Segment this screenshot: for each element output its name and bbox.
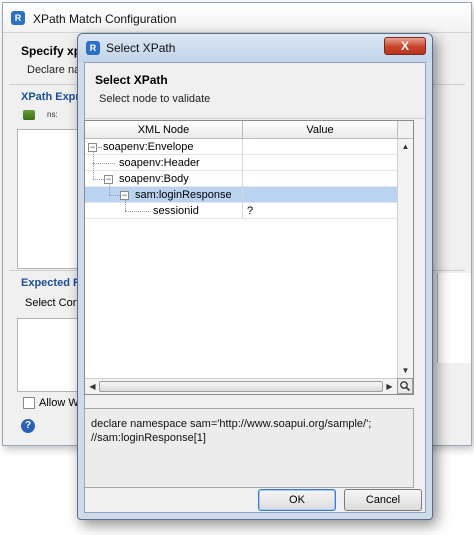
magnifier-icon[interactable] xyxy=(397,378,413,394)
expression-xpath-line: //sam:loginResponse[1] xyxy=(91,432,206,444)
tree-row-selected[interactable]: − sam:loginResponse xyxy=(85,184,397,203)
node-cell: − sam:loginResponse xyxy=(85,184,243,203)
xpath-expression-preview[interactable]: declare namespace sam='http://www.soapui… xyxy=(84,408,414,488)
scroll-left-icon[interactable]: ◀ xyxy=(85,379,100,394)
dialog-titlebar: R Select XPath X xyxy=(78,34,432,62)
header-corner xyxy=(397,121,413,139)
tree-connector xyxy=(125,211,149,212)
tree-connector xyxy=(109,195,120,196)
scroll-up-icon[interactable]: ▲ xyxy=(398,139,413,154)
node-cell: − soapenv:Envelope xyxy=(85,139,243,155)
node-label: sam:loginResponse xyxy=(135,189,232,201)
help-icon[interactable]: ? xyxy=(21,419,35,433)
tree-row[interactable]: soapenv:Header xyxy=(85,152,397,171)
tree-rows: − soapenv:Envelope soapenv:Header − soap… xyxy=(85,139,397,378)
collapse-toggle-icon[interactable]: − xyxy=(88,143,97,152)
tree-connector xyxy=(93,163,115,164)
value-cell: ? xyxy=(247,205,254,217)
column-header-xml-node[interactable]: XML Node xyxy=(85,121,243,139)
tree-connector xyxy=(109,184,110,195)
horizontal-scroll-thumb[interactable] xyxy=(99,381,383,392)
tree-connector xyxy=(93,152,94,163)
tree-connector xyxy=(93,163,94,179)
node-label: soapenv:Body xyxy=(119,173,189,185)
collapse-toggle-icon[interactable]: − xyxy=(120,191,129,200)
window-title: XPath Match Configuration xyxy=(33,12,177,26)
node-label: soapenv:Envelope xyxy=(103,141,194,153)
vertical-scrollbar[interactable]: ▲ ▼ xyxy=(397,139,413,378)
soapui-logo-icon: R xyxy=(11,11,25,25)
allow-wildcards-label: Allow Wi xyxy=(39,397,82,409)
ok-button[interactable]: OK xyxy=(258,489,336,511)
column-header-value[interactable]: Value xyxy=(243,121,397,139)
dialog-subheading: Select node to validate xyxy=(99,93,211,105)
tree-row[interactable]: − soapenv:Body xyxy=(85,163,397,187)
scroll-down-icon[interactable]: ▼ xyxy=(398,363,413,378)
xml-node-tree-table[interactable]: XML Node Value − soapenv:Envelope soapen… xyxy=(84,120,414,395)
node-label: soapenv:Header xyxy=(119,157,200,169)
scroll-right-icon[interactable]: ▶ xyxy=(382,379,397,394)
dialog-heading: Select XPath xyxy=(95,73,168,87)
tree-connector xyxy=(93,179,104,180)
page-description: Declare nar xyxy=(27,64,84,76)
horizontal-scrollbar[interactable]: ◀ ▶ xyxy=(85,378,397,394)
node-cell: soapenv:Header xyxy=(85,152,243,171)
declare-namespaces-icon[interactable] xyxy=(23,110,35,120)
window-titlebar: R XPath Match Configuration xyxy=(3,3,471,33)
select-xpath-dialog: R Select XPath X Select XPath Select nod… xyxy=(77,33,433,520)
node-cell: sessionid xyxy=(85,200,243,219)
tree-row[interactable]: sessionid ? xyxy=(85,200,397,219)
close-icon[interactable]: X xyxy=(384,37,426,55)
ns-label: ns: xyxy=(47,110,58,119)
node-label: sessionid xyxy=(153,205,199,217)
tree-connector xyxy=(125,200,126,211)
table-header: XML Node Value xyxy=(85,121,397,139)
tree-row[interactable]: − soapenv:Envelope xyxy=(85,139,397,155)
collapse-toggle-icon[interactable]: − xyxy=(104,175,113,184)
tree-connector xyxy=(98,147,102,148)
dialog-header: Select XPath Select node to validate xyxy=(85,63,425,119)
expression-namespace-line: declare namespace sam='http://www.soapui… xyxy=(91,418,372,430)
editor-right-edge xyxy=(437,273,471,363)
cancel-button[interactable]: Cancel xyxy=(344,489,422,511)
allow-wildcards-checkbox[interactable] xyxy=(23,397,35,409)
dialog-title: Select XPath xyxy=(106,41,176,55)
soapui-logo-icon: R xyxy=(86,41,100,55)
